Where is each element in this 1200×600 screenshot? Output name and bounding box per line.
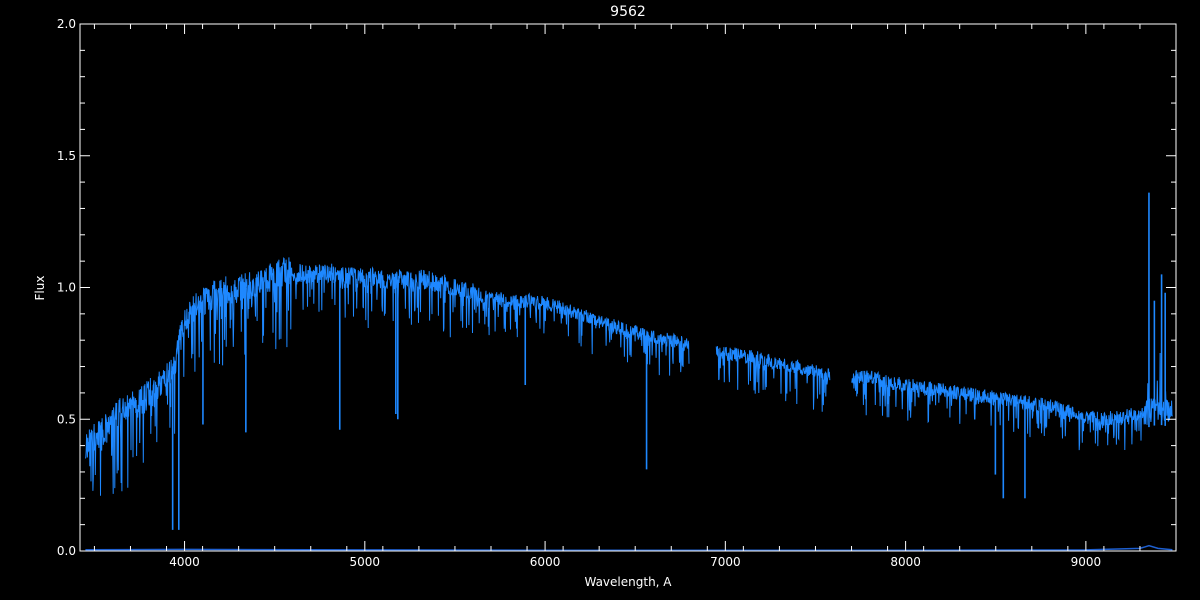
x-tick-label: 5000 [350,555,381,569]
chart-title: 9562 [610,4,646,20]
plot-background [0,0,1200,600]
y-tick-label: 1.5 [57,149,76,163]
x-axis-label: Wavelength, A [584,575,672,589]
y-tick-label: 1.0 [57,281,76,295]
y-axis-label: Flux [33,276,47,301]
x-tick-label: 4000 [169,555,200,569]
x-tick-label: 6000 [530,555,561,569]
x-tick-label: 8000 [890,555,921,569]
y-tick-label: 0.0 [57,544,76,558]
x-tick-label: 7000 [710,555,741,569]
y-tick-label: 0.5 [57,412,76,426]
x-tick-label: 9000 [1071,555,1102,569]
y-tick-label: 2.0 [57,17,76,31]
spectrum-plot: 4000 5000 6000 7000 8000 90000.00.51.01.52.0 … [0,0,1200,600]
